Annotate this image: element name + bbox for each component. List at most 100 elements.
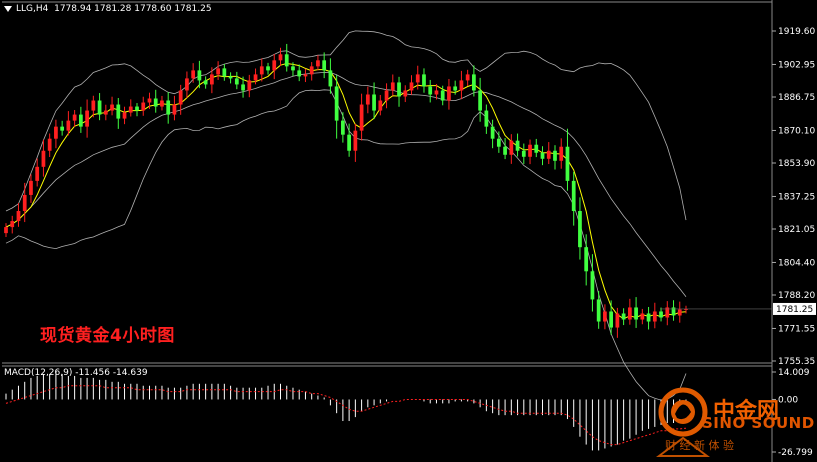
candle-body: [222, 68, 227, 77]
candle-body: [266, 66, 270, 71]
candle-body: [203, 80, 208, 85]
candle-body: [322, 60, 327, 71]
candle-body: [116, 104, 121, 119]
candle-body: [284, 54, 289, 67]
candle-body: [646, 313, 651, 322]
candle-body: [615, 313, 620, 328]
candle-body: [422, 74, 426, 87]
candle-body: [78, 114, 83, 127]
candle-body: [297, 70, 302, 77]
candle-body: [160, 100, 164, 107]
candle-body: [596, 299, 601, 322]
macd-tick-label: 14.009: [778, 368, 810, 378]
price-tick-label: 1771.55: [778, 324, 815, 334]
candle-body: [47, 138, 52, 151]
candle-body: [72, 114, 77, 121]
candle-body: [621, 313, 626, 320]
candle-body: [178, 90, 183, 105]
candle-body: [328, 70, 333, 87]
candle-body: [440, 90, 445, 101]
candle-body: [496, 138, 501, 147]
candle-body: [484, 110, 489, 127]
candle-body: [409, 82, 414, 91]
candle-body: [278, 54, 283, 61]
candle-body: [565, 146, 570, 181]
candle-body: [453, 86, 458, 91]
candle-body: [110, 104, 114, 111]
watermark-slogan: 财 经 新 体 验: [665, 439, 734, 452]
candle-body: [609, 311, 614, 328]
candle-body: [571, 180, 576, 212]
candle-body: [228, 76, 233, 79]
price-tick-label: 1919.60: [778, 27, 815, 37]
candle-body: [147, 98, 152, 103]
candle-body: [41, 150, 46, 167]
candle-body: [10, 221, 15, 228]
candle-body: [135, 106, 139, 111]
candle-body: [640, 313, 645, 320]
candle-body: [378, 100, 383, 111]
candle-body: [241, 84, 245, 91]
candle-body: [185, 78, 189, 91]
candle-body: [652, 311, 657, 322]
candle-body: [559, 146, 564, 161]
candle-body: [509, 140, 514, 155]
candle-body: [553, 150, 557, 161]
candle-body: [191, 70, 196, 79]
price-tick-label: 1755.35: [778, 357, 815, 367]
candle-body: [659, 311, 663, 318]
candle-body: [359, 104, 364, 131]
candle-body: [465, 74, 470, 81]
current-price-label: 1781.25: [776, 305, 813, 315]
price-tick-label: 1870.10: [778, 126, 815, 136]
candle-body: [415, 74, 420, 83]
candle-body: [677, 309, 682, 316]
collapse-triangle-icon[interactable]: [4, 5, 12, 12]
candle-body: [253, 74, 258, 81]
chart-header: LLG,H4 1778.94 1781.28 1778.60 1781.25: [4, 4, 212, 14]
candle-body: [247, 80, 252, 91]
candle-body: [334, 86, 339, 121]
candle-body: [353, 130, 358, 151]
candle-body: [540, 152, 545, 159]
candle-body: [478, 90, 482, 111]
candle-body: [671, 307, 676, 316]
candle-body: [627, 307, 632, 320]
candle-body: [341, 120, 345, 135]
candle-body: [141, 102, 146, 111]
candle-body: [528, 144, 532, 157]
candle-body: [4, 227, 8, 234]
candle-body: [546, 150, 551, 159]
price-tick-label: 1788.20: [778, 291, 815, 301]
candle-body: [259, 66, 264, 75]
price-tick-label: 1804.40: [778, 258, 815, 268]
price-tick-label: 1837.25: [778, 192, 815, 202]
candle-body: [584, 247, 589, 272]
candle-body: [22, 194, 27, 212]
candle-body: [428, 86, 433, 95]
candle-body: [97, 100, 102, 115]
candle-body: [122, 112, 127, 119]
price-tick-label: 1886.75: [778, 93, 815, 103]
candle-body: [397, 82, 401, 97]
candle-body: [103, 110, 108, 115]
candle-body: [365, 94, 370, 105]
candle-body: [54, 126, 58, 139]
candle-body: [166, 100, 171, 115]
candle-body: [216, 68, 220, 75]
candle-body: [153, 98, 158, 107]
candle-body: [503, 146, 507, 155]
candle-body: [384, 90, 389, 101]
candle-body: [372, 94, 376, 111]
candle-body: [634, 307, 638, 320]
chart-caption: 现货黄金4小时图: [40, 326, 175, 346]
candle-body: [85, 110, 89, 127]
candle-body: [403, 90, 408, 97]
candle-body: [16, 211, 21, 222]
symbol-timeframe: LLG,H4: [16, 4, 49, 14]
candle-body: [521, 150, 526, 157]
macd-indicator-label: MACD(12,26,9) -11.456 -14.639: [4, 368, 148, 378]
candle-body: [128, 106, 133, 113]
candle-body: [234, 78, 239, 85]
ohlc-values: 1778.94 1781.28 1778.60 1781.25: [54, 4, 212, 14]
